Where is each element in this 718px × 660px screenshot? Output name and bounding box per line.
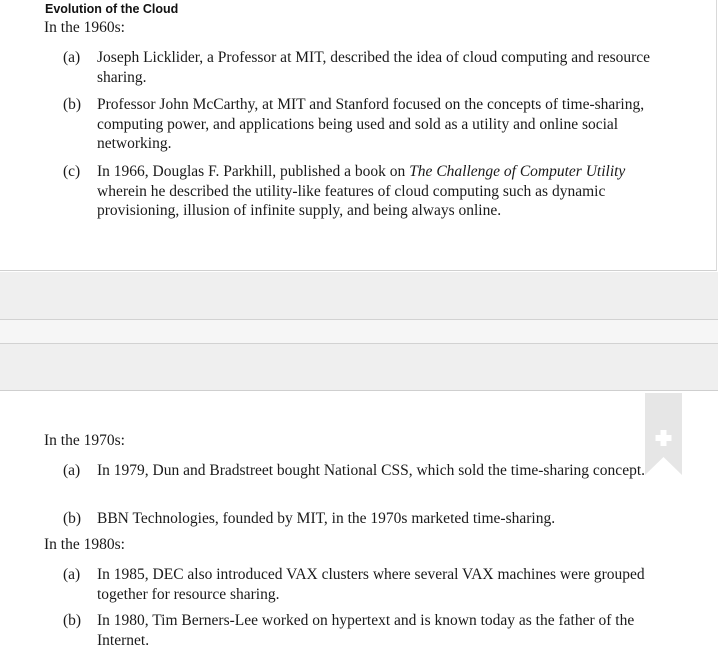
list-item: (b) In 1980, Tim Berners-Lee worked on h… — [63, 611, 673, 650]
document-page-2: In the 1970s: (a) In 1979, Dun and Brads… — [0, 390, 718, 660]
item-text: Joseph Licklider, a Professor at MIT, de… — [97, 49, 651, 86]
list-item: (c) In 1966, Douglas F. Parkhill, publis… — [63, 162, 673, 221]
list-item: (b) BBN Technologies, founded by MIT, in… — [63, 509, 673, 529]
era-heading-1970s: In the 1970s: — [44, 432, 125, 449]
page-gap — [0, 320, 718, 343]
item-label: (a) — [63, 566, 81, 583]
item-label: (b) — [63, 612, 82, 629]
list-item: (b) Professor John McCarthy, at MIT and … — [63, 95, 673, 154]
bookmark-ribbon-icon — [645, 393, 682, 475]
era-heading-1960s: In the 1960s: — [44, 19, 125, 36]
book-title: The Challenge of Computer Utility — [409, 163, 626, 180]
list-item: (a) Joseph Licklider, a Professor at MIT… — [63, 48, 673, 87]
item-text: BBN Technologies, founded by MIT, in the… — [97, 510, 556, 527]
item-text-after: wherein he described the utility-like fe… — [97, 182, 606, 220]
item-label: (b) — [63, 510, 82, 527]
era-heading-1980s: In the 1980s: — [44, 536, 125, 553]
item-text: In 1979, Dun and Bradstreet bought Natio… — [97, 462, 646, 479]
item-text: Professor John McCarthy, at MIT and Stan… — [97, 96, 645, 152]
page-gap — [0, 272, 718, 319]
document-page-1: Evolution of the Cloud In the 1960s: (a)… — [0, 0, 717, 271]
section-title: Evolution of the Cloud — [45, 2, 179, 16]
item-label: (a) — [63, 49, 81, 66]
item-text-before: In 1966, Douglas F. Parkhill, published … — [97, 163, 410, 180]
item-text: In 1985, DEC also introduced VAX cluster… — [97, 566, 645, 603]
add-bookmark-button[interactable] — [645, 393, 682, 475]
item-label: (c) — [63, 163, 81, 180]
item-text: In 1980, Tim Berners-Lee worked on hyper… — [97, 612, 635, 649]
item-label: (b) — [63, 96, 82, 113]
item-text: In 1966, Douglas F. Parkhill, published … — [97, 162, 673, 221]
item-label: (a) — [63, 462, 81, 479]
page-gap — [0, 344, 718, 390]
list-item: (a) In 1979, Dun and Bradstreet bought N… — [63, 461, 673, 481]
list-item: (a) In 1985, DEC also introduced VAX clu… — [63, 565, 673, 604]
